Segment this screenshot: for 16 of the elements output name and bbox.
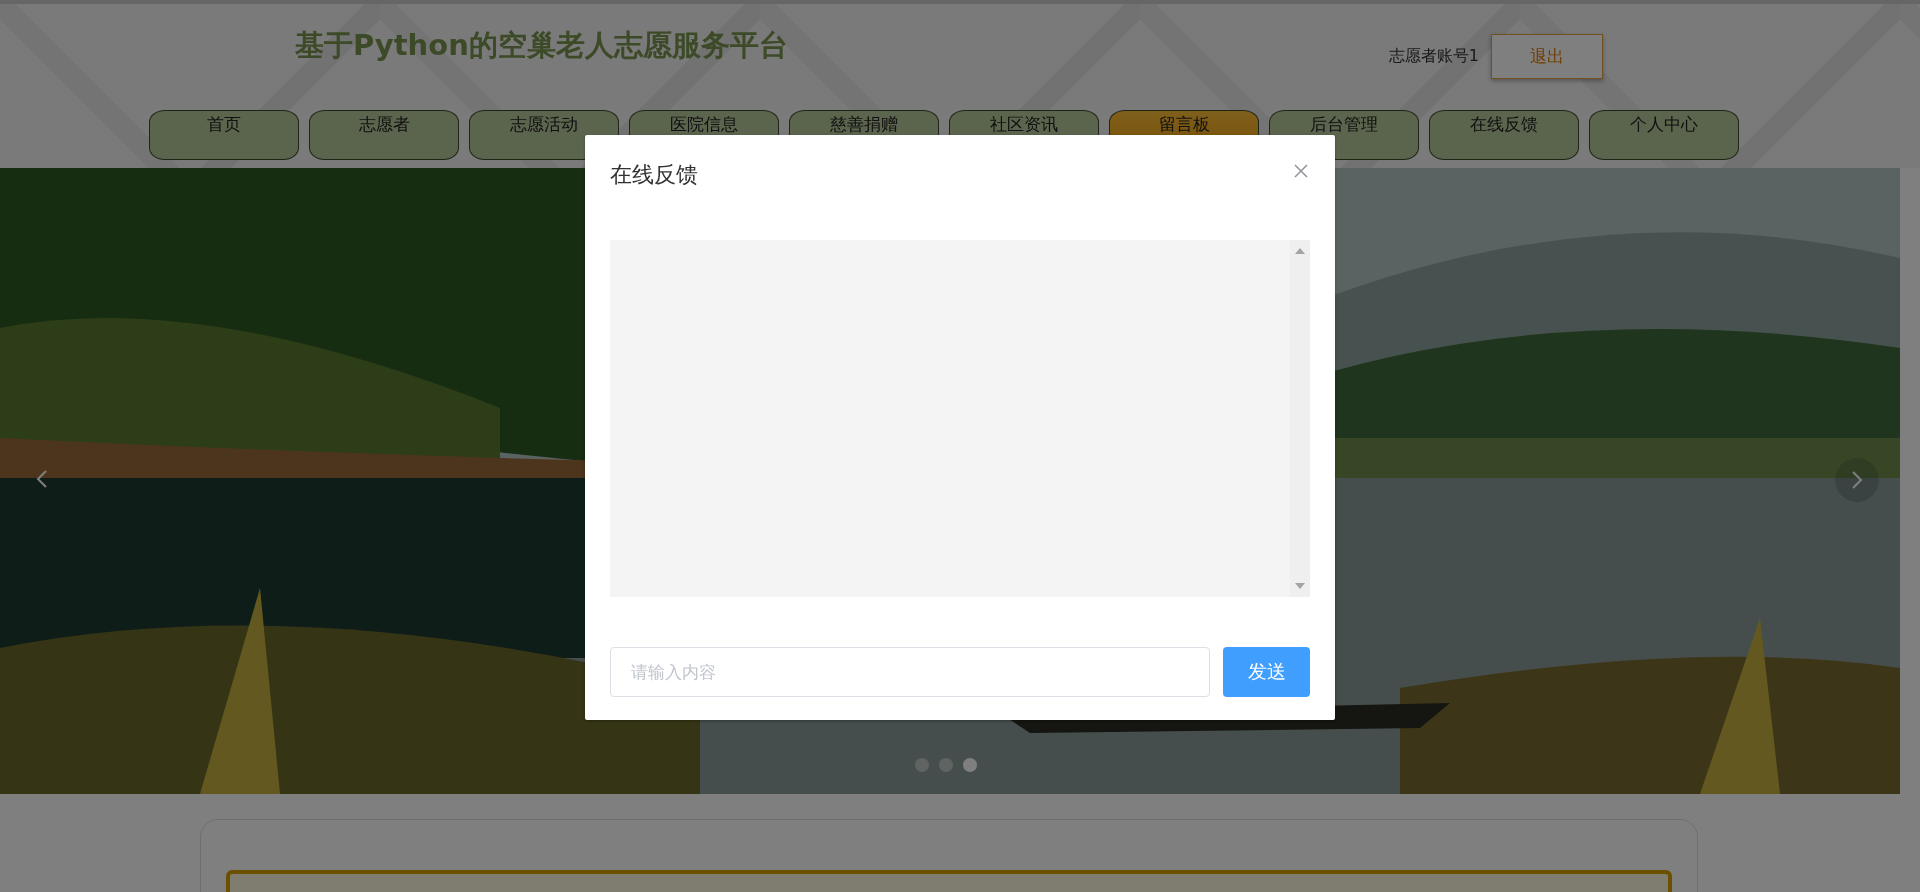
nav-tab[interactable]: 首页 <box>149 110 299 160</box>
close-icon[interactable] <box>1294 164 1308 178</box>
account-name: 志愿者账号1 <box>1388 46 1479 67</box>
scroll-down-icon[interactable] <box>1295 583 1305 589</box>
site-title: 基于Python的空巢老人志愿服务平台 <box>295 27 788 64</box>
dialog-title: 在线反馈 <box>610 161 698 189</box>
nav-tab[interactable]: 在线反馈 <box>1429 110 1579 160</box>
chevron-left-icon[interactable] <box>36 470 48 488</box>
chevron-right-icon <box>1851 471 1863 489</box>
scrollbar[interactable] <box>1290 240 1310 597</box>
nav-tab[interactable]: 志愿者 <box>309 110 459 160</box>
send-button[interactable]: 发送 <box>1223 647 1310 697</box>
nav-tab[interactable]: 个人中心 <box>1589 110 1739 160</box>
logout-button[interactable]: 退出 <box>1491 34 1603 79</box>
scroll-up-icon[interactable] <box>1295 248 1305 254</box>
message-input[interactable]: 请输入内容 <box>610 647 1210 697</box>
